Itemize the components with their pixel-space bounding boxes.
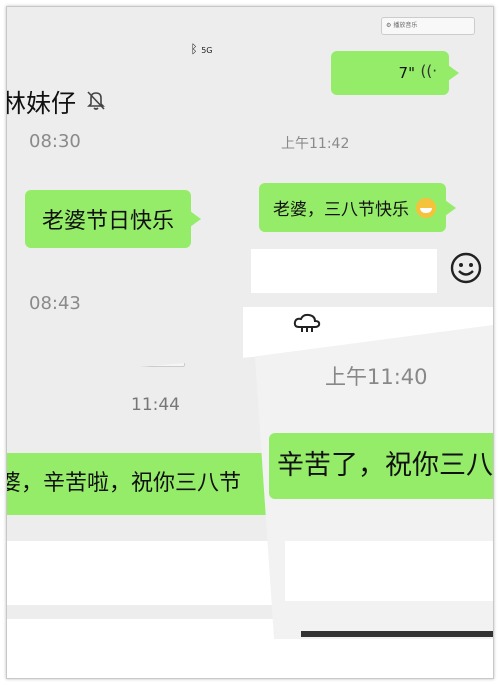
- timestamp: 11:44: [131, 395, 180, 415]
- chat-panel-bottom-right: 上午11:40 辛苦了，祝你三八: [255, 325, 493, 639]
- smiley-icon: [450, 252, 482, 284]
- message-bubble[interactable]: 老婆节日快乐: [25, 190, 202, 248]
- timestamp: 上午11:40: [325, 365, 428, 389]
- contact-name[interactable]: 林妹仔: [7, 84, 76, 120]
- chat-panel-bottom-left: 11:44 婆，辛苦啦，祝你三八节: [7, 355, 275, 619]
- emoji-button[interactable]: [449, 251, 483, 289]
- bluetooth-icon: ᛒ: [190, 42, 198, 56]
- grin-emoji-icon: [416, 198, 437, 218]
- voice-message-bubble[interactable]: 7" ((·: [331, 51, 459, 95]
- timestamp: 上午11:42: [281, 136, 350, 152]
- input-area[interactable]: [251, 249, 437, 293]
- bottom-bar: [301, 631, 493, 637]
- message-bubble[interactable]: 辛苦了，祝你三八: [269, 433, 493, 499]
- voice-duration: 7": [398, 64, 415, 82]
- input-area: [7, 541, 275, 605]
- cloud-icon: [293, 313, 321, 337]
- settings-icon: ⚙: [386, 22, 392, 29]
- collage-frame: ᛒ 5G 林妹仔 08:30 老婆节日快乐 08:43 ⚙ 播放音乐 7" ((…: [6, 6, 494, 679]
- timestamp: 08:43: [29, 293, 81, 314]
- mini-toolbar-label: 播放音乐: [393, 22, 418, 29]
- input-area: [285, 541, 493, 601]
- signal-label: 5G: [201, 46, 213, 55]
- chat-panel-top-right: ⚙ 播放音乐 7" ((· 上午11:42 老婆，三八节快乐: [211, 7, 493, 307]
- message-bubble[interactable]: 老婆，三八节快乐: [259, 183, 457, 232]
- voice-wave-icon: ((·: [420, 62, 437, 80]
- mini-toolbar[interactable]: ⚙ 播放音乐: [381, 17, 475, 35]
- message-text: 老婆，三八节快乐: [273, 200, 409, 220]
- chat-panel-top-left: ᛒ 5G 林妹仔 08:30 老婆节日快乐 08:43: [7, 7, 243, 382]
- message-bubble[interactable]: 婆，辛苦啦，祝你三八节: [7, 453, 275, 515]
- timestamp: 08:30: [29, 131, 81, 152]
- mute-bell-icon: [85, 89, 107, 115]
